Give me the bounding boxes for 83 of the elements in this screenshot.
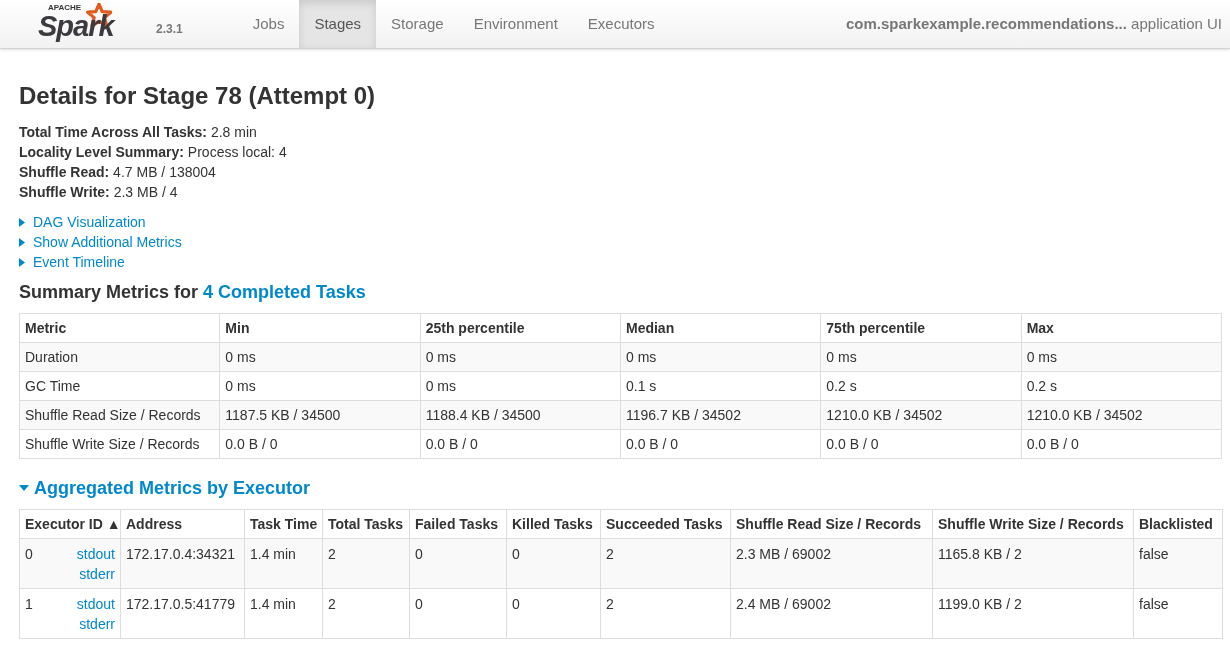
table-cell: 0 — [506, 538, 601, 589]
table-cell: 0 ms — [219, 371, 421, 401]
toggle-link[interactable]: DAG Visualization — [33, 212, 146, 232]
table-cell: 1188.4 KB / 34500 — [420, 400, 621, 430]
toggle-link[interactable]: Show Additional Metrics — [33, 232, 182, 252]
table-cell: 2 — [600, 538, 731, 589]
summary-line: Shuffle Write: 2.3 MB / 4 — [19, 183, 179, 202]
table-cell: 0.2 s — [1021, 371, 1222, 401]
app-name: com.sparkexample.recommendations... application UI — [846, 13, 1222, 34]
logo: APACHE Spark — [38, 3, 117, 43]
column-header[interactable]: Killed Tasks — [506, 509, 601, 539]
table-cell: 0 ms — [420, 371, 621, 401]
table-cell: 0.0 B / 0 — [620, 429, 821, 459]
column-header[interactable]: Max — [1021, 313, 1222, 343]
completed-tasks-link[interactable]: 4 Completed Tasks — [203, 282, 366, 302]
table-cell: 0.0 B / 0 — [820, 429, 1022, 459]
table-cell: 0 — [409, 538, 507, 589]
nav-tab[interactable]: Storage — [376, 0, 459, 48]
column-header[interactable]: Total Tasks — [322, 509, 410, 539]
table-cell: 172.17.0.5:41779 — [120, 588, 245, 639]
table-cell-text: 0 — [25, 545, 33, 564]
column-header[interactable]: Median — [620, 313, 821, 343]
column-header[interactable]: Address — [120, 509, 245, 539]
table-cell: 1210.0 KB / 34502 — [820, 400, 1022, 430]
table-cell: 0 ms — [1021, 342, 1222, 372]
table-cell: 1210.0 KB / 34502 — [1021, 400, 1222, 430]
table-cell: 0.0 B / 0 — [420, 429, 621, 459]
log-link[interactable]: stdout — [76, 594, 115, 614]
table-cell: 0.1 s — [620, 371, 821, 401]
table-cell: false — [1133, 538, 1223, 589]
section-toggle-link[interactable]: Aggregated Metrics by Executor — [34, 478, 311, 498]
table-cell: 1199.0 KB / 2 — [932, 588, 1134, 639]
nav-tab[interactable]: Executors — [572, 0, 670, 48]
table-cell: 0.0 B / 0 — [219, 429, 421, 459]
summary-line: Shuffle Read: 4.7 MB / 138004 — [19, 163, 217, 182]
table-cell: 2 — [322, 538, 410, 589]
page-title: Details for Stage 78 (Attempt 0) — [19, 81, 377, 111]
nav-tab[interactable]: Environment — [458, 0, 573, 48]
summary-line: Total Time Across All Tasks: 2.8 min — [19, 123, 258, 142]
column-header[interactable]: Executor ID ▲ — [19, 509, 121, 539]
table-cell-text: 1 — [25, 595, 33, 614]
table-cell: Shuffle Read Size / Records — [19, 400, 220, 430]
table-cell: 2.4 MB / 69002 — [730, 588, 933, 639]
nav-tab[interactable]: Jobs — [237, 0, 300, 48]
table-cell: 1.4 min — [244, 538, 323, 589]
table-cell: 0 ms — [420, 342, 621, 372]
table-cell: 1196.7 KB / 34502 — [620, 400, 821, 430]
table-cell: 0 ms — [820, 342, 1022, 372]
log-link[interactable]: stderr — [79, 614, 115, 634]
table-cell: Shuffle Write Size / Records — [19, 429, 220, 459]
table-cell: 2.3 MB / 69002 — [730, 538, 933, 589]
table-cell: 0 ms — [219, 342, 421, 372]
column-header[interactable]: Shuffle Read Size / Records — [730, 509, 933, 539]
table-cell: 172.17.0.4:34321 — [120, 538, 245, 589]
table-cell: false — [1133, 588, 1223, 639]
table-cell: 1.4 min — [244, 588, 323, 639]
summary-line: Locality Level Summary: Process local: 4 — [19, 143, 288, 162]
version-label: 2.3.1 — [156, 21, 183, 38]
log-link[interactable]: stderr — [79, 564, 115, 584]
table-cell: 2 — [322, 588, 410, 639]
table-cell: 0.0 B / 0 — [1021, 429, 1222, 459]
column-header[interactable]: Failed Tasks — [409, 509, 507, 539]
table-cell: 2 — [600, 588, 731, 639]
log-link[interactable]: stdout — [76, 544, 115, 564]
column-header[interactable]: Succeeded Tasks — [600, 509, 731, 539]
table-cell: 0.2 s — [820, 371, 1022, 401]
section-heading: Summary Metrics for 4 Completed Tasks — [19, 282, 367, 302]
table-cell: Duration — [19, 342, 220, 372]
table-cell: 1165.8 KB / 2 — [932, 538, 1134, 589]
nav-tab[interactable]: Stages — [299, 0, 377, 48]
table-cell: 0 ms — [620, 342, 821, 372]
table-cell: 0 — [506, 588, 601, 639]
column-header[interactable]: Task Time — [244, 509, 323, 539]
column-header[interactable]: Blacklisted — [1133, 509, 1223, 539]
column-header[interactable]: 25th percentile — [420, 313, 621, 343]
table-cell: 0 — [409, 588, 507, 639]
toggle-link[interactable]: Event Timeline — [33, 252, 125, 272]
column-header[interactable]: Shuffle Write Size / Records — [932, 509, 1134, 539]
column-header[interactable]: Min — [219, 313, 421, 343]
column-header[interactable]: 75th percentile — [820, 313, 1022, 343]
table-cell: 1187.5 KB / 34500 — [219, 400, 421, 430]
table-cell: GC Time — [19, 371, 220, 401]
column-header[interactable]: Metric — [19, 313, 220, 343]
